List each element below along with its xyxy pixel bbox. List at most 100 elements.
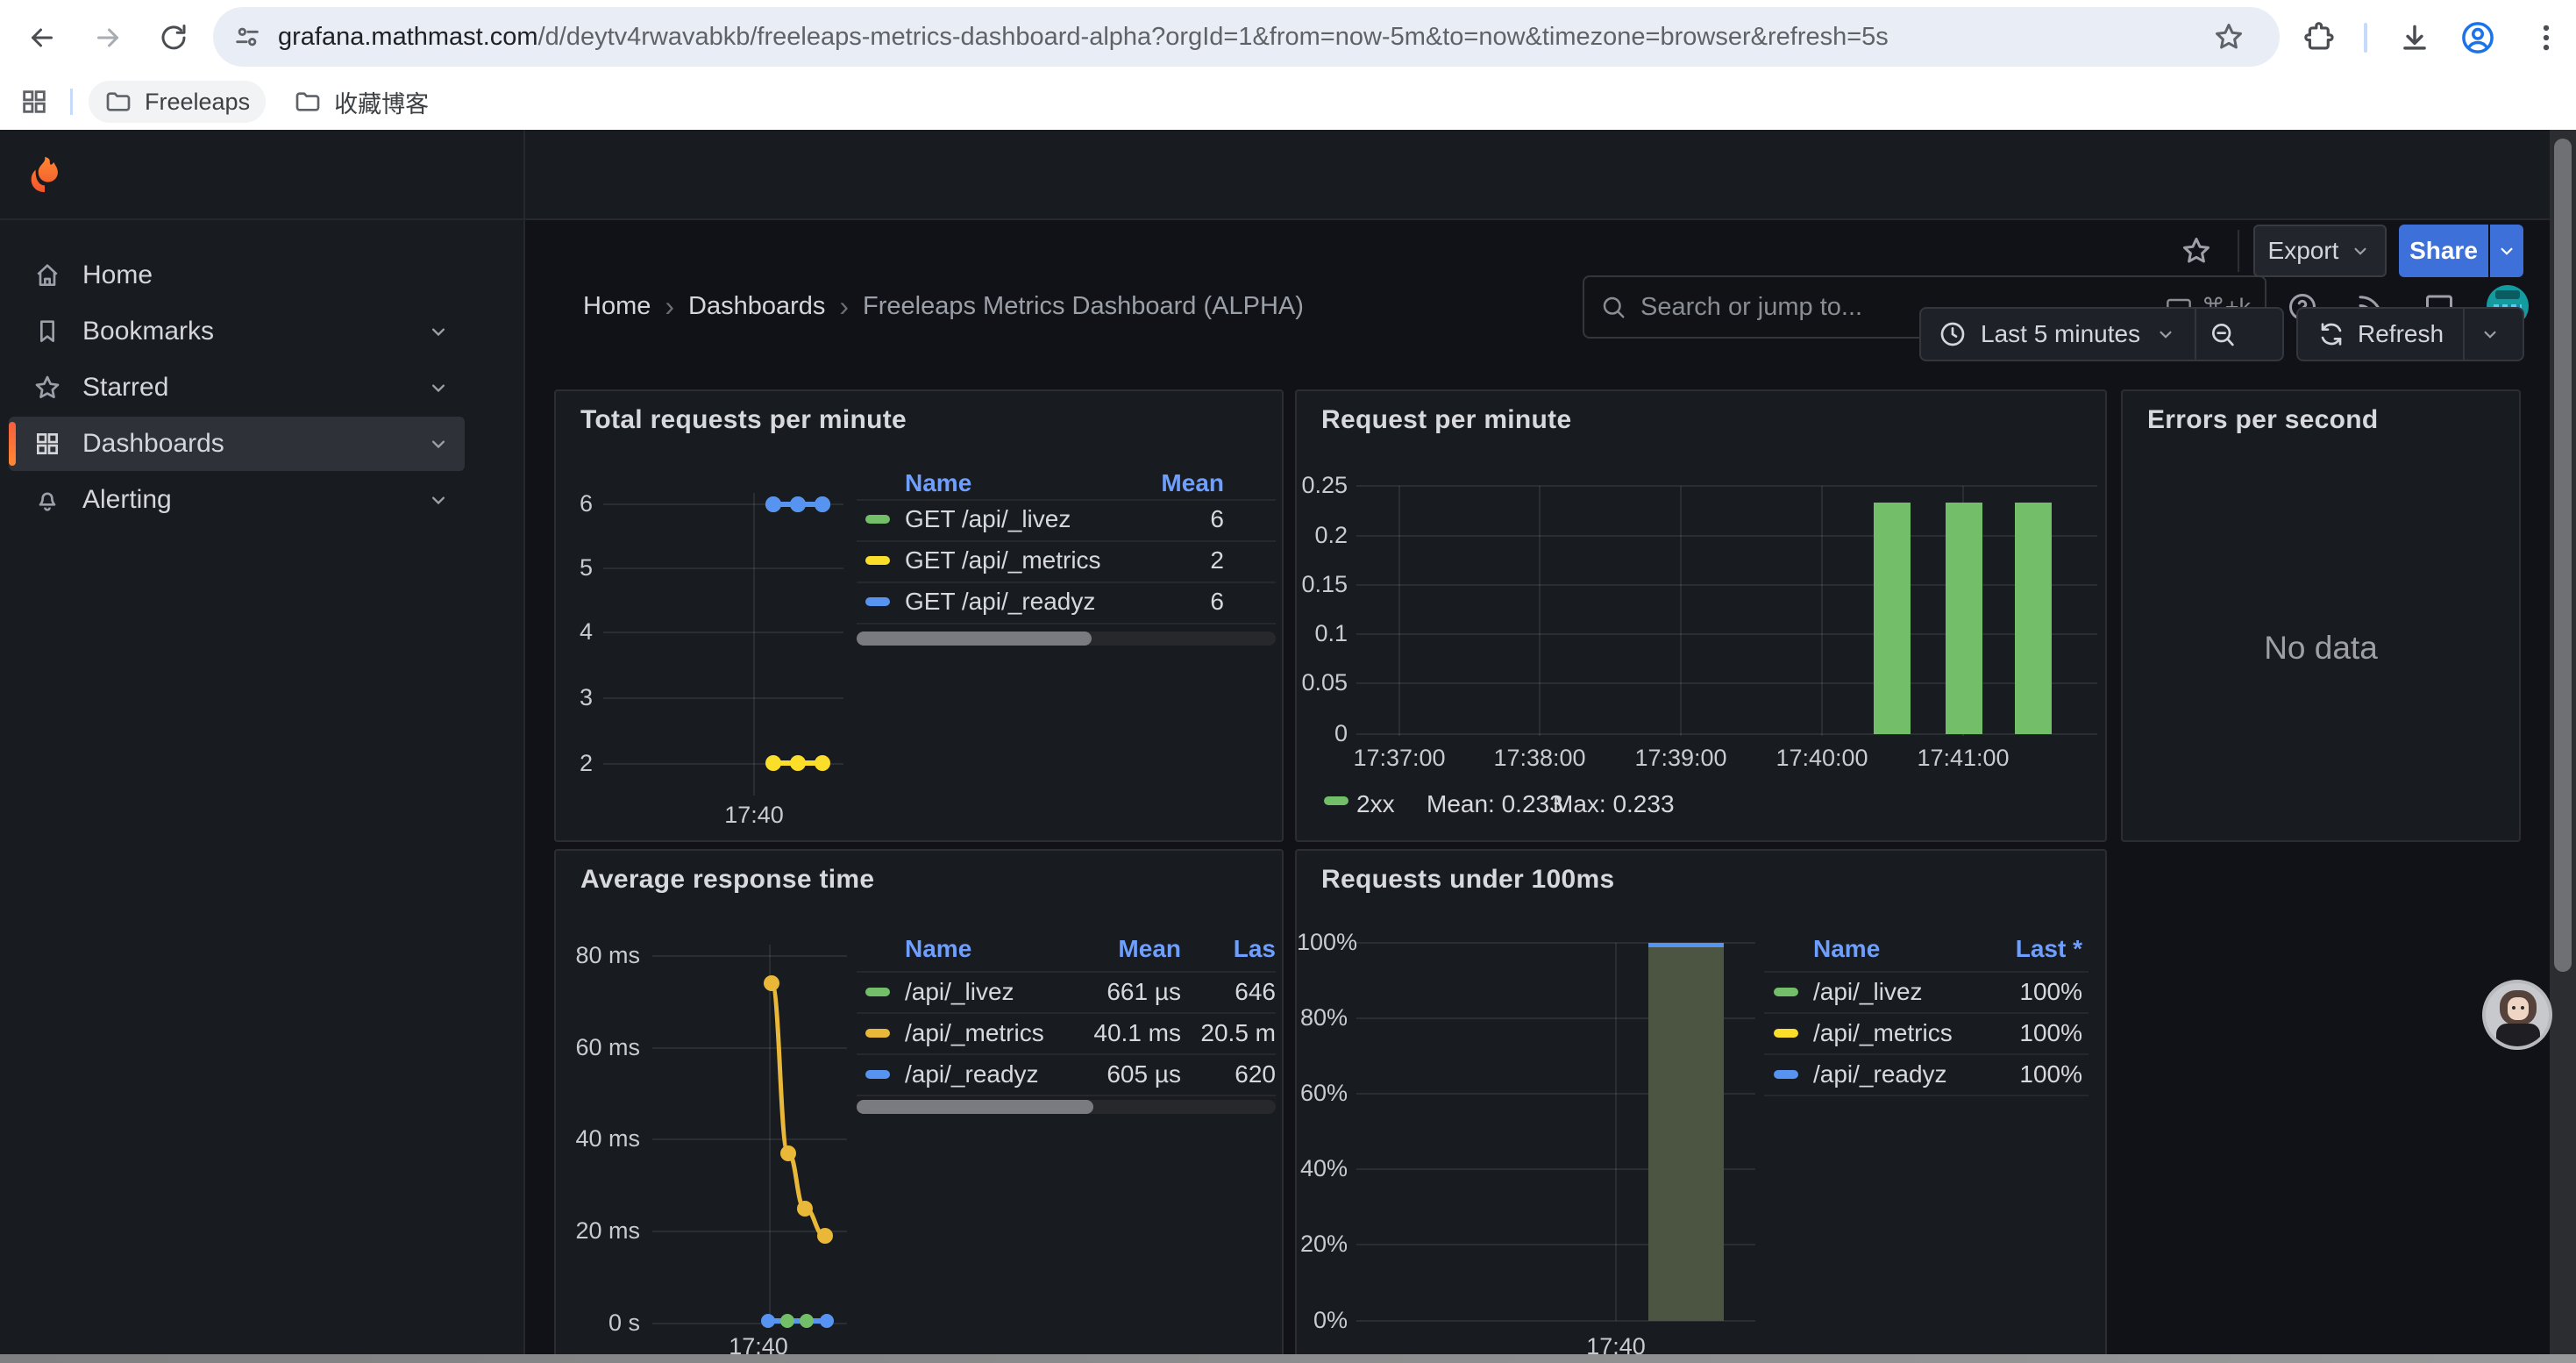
bar[interactable] bbox=[1874, 503, 1911, 734]
gridline bbox=[652, 1138, 847, 1140]
gridline bbox=[652, 955, 847, 957]
legend-header-last[interactable]: Last * bbox=[1764, 935, 2082, 963]
panel-title[interactable]: Requests under 100ms bbox=[1321, 865, 1614, 895]
data-point[interactable] bbox=[815, 755, 830, 771]
sidebar-item-bookmarks[interactable]: Bookmarks bbox=[9, 304, 465, 359]
legend-divider bbox=[857, 582, 1276, 583]
sidebar-item-home[interactable]: Home bbox=[9, 248, 465, 303]
back-icon[interactable] bbox=[26, 22, 58, 54]
data-point[interactable] bbox=[797, 1201, 813, 1217]
panel-title[interactable]: Request per minute bbox=[1321, 405, 1571, 435]
sidebar-item-starred[interactable]: Starred bbox=[9, 360, 465, 415]
sidebar-item-dashboards[interactable]: Dashboards bbox=[9, 417, 465, 471]
legend-divider bbox=[857, 499, 1276, 501]
reload-icon[interactable] bbox=[158, 22, 189, 54]
profile-icon[interactable] bbox=[2459, 19, 2496, 56]
star-icon bbox=[33, 374, 61, 402]
panel-title[interactable]: Errors per second bbox=[2147, 405, 2379, 435]
apps-grid-icon[interactable] bbox=[19, 87, 49, 117]
chevron-down-icon[interactable] bbox=[426, 375, 451, 400]
legend-scrollbar-thumb[interactable] bbox=[857, 1100, 1093, 1114]
legend-divider bbox=[1764, 1012, 2089, 1014]
bar[interactable] bbox=[2015, 503, 2052, 734]
legend-series-name[interactable]: 2xx bbox=[1356, 790, 1395, 818]
legend-scrollbar-thumb[interactable] bbox=[857, 632, 1092, 646]
bookmark-icon bbox=[33, 318, 61, 346]
zoom-out-icon bbox=[2209, 320, 2237, 348]
panel-total-requests-per-minute[interactable]: Total requests per minute 6543217:40Name… bbox=[554, 389, 1284, 842]
data-point[interactable] bbox=[780, 1145, 796, 1161]
gridline bbox=[603, 697, 843, 699]
legend-header-mean[interactable]: Mean bbox=[857, 469, 1224, 497]
bookmark-folder-freeleaps[interactable]: Freeleaps bbox=[89, 81, 266, 123]
favorite-star-icon[interactable] bbox=[2181, 235, 2212, 267]
y-axis-tick: 4 bbox=[556, 618, 593, 646]
x-axis-tick: 17:39:00 bbox=[1606, 745, 1755, 772]
assistant-avatar-button[interactable] bbox=[2482, 980, 2552, 1050]
bookmark-folder-blogs[interactable]: 收藏博客 bbox=[278, 81, 445, 123]
data-point[interactable] bbox=[765, 496, 781, 512]
legend-value: 20.5 m bbox=[857, 1019, 1276, 1047]
bell-icon bbox=[33, 486, 61, 514]
y-axis-tick: 0.25 bbox=[1297, 472, 1348, 499]
chevron-down-icon[interactable] bbox=[426, 319, 451, 344]
browser-menu-icon[interactable] bbox=[2530, 21, 2563, 54]
panel-title[interactable]: Total requests per minute bbox=[580, 405, 907, 435]
bar[interactable] bbox=[1648, 943, 1724, 1321]
breadcrumb-dashboards[interactable]: Dashboards bbox=[688, 292, 825, 321]
address-bar[interactable]: grafana.mathmast.com/d/deytv4rwavabkb/fr… bbox=[213, 7, 2280, 67]
y-axis-tick: 0 bbox=[1297, 720, 1348, 747]
panel-average-response-time[interactable]: Average response time 80 ms60 ms40 ms20 … bbox=[554, 849, 1284, 1363]
data-point[interactable] bbox=[764, 975, 779, 991]
download-icon[interactable] bbox=[2398, 21, 2431, 54]
chevron-down-icon[interactable] bbox=[426, 432, 451, 456]
site-settings-icon[interactable] bbox=[232, 22, 262, 52]
data-point[interactable] bbox=[765, 755, 781, 771]
panel-requests-under-100ms[interactable]: Requests under 100ms 100%80%60%40%20%0%1… bbox=[1295, 849, 2107, 1363]
data-point[interactable] bbox=[780, 1314, 794, 1328]
search-icon bbox=[1600, 294, 1626, 320]
time-range-picker[interactable]: Last 5 minutes bbox=[1921, 320, 2195, 348]
grafana-logo[interactable] bbox=[25, 154, 65, 195]
active-indicator bbox=[9, 422, 16, 466]
gridline bbox=[603, 567, 843, 569]
breadcrumb-home[interactable]: Home bbox=[583, 292, 651, 321]
gridline bbox=[753, 493, 755, 796]
window-bottom-edge bbox=[0, 1354, 2576, 1363]
panel-errors-per-second[interactable]: Errors per second No data bbox=[2121, 389, 2521, 842]
panel-request-per-minute[interactable]: Request per minute 0.250.20.150.10.05017… bbox=[1295, 389, 2107, 842]
panel-title[interactable]: Average response time bbox=[580, 865, 874, 895]
extensions-icon[interactable] bbox=[2302, 21, 2336, 54]
export-button[interactable]: Export bbox=[2253, 225, 2387, 277]
refresh-interval-button[interactable] bbox=[2465, 323, 2516, 346]
share-button[interactable]: Share bbox=[2399, 225, 2488, 277]
forward-icon[interactable] bbox=[92, 22, 124, 54]
data-point[interactable] bbox=[790, 496, 806, 512]
legend-divider bbox=[857, 971, 1276, 973]
gridline bbox=[1356, 682, 2097, 684]
chevron-down-icon[interactable] bbox=[426, 488, 451, 512]
chevron-down-icon bbox=[2479, 323, 2501, 346]
sidebar-item-alerting[interactable]: Alerting bbox=[9, 473, 465, 527]
zoom-out-button[interactable] bbox=[2196, 320, 2249, 348]
y-axis-tick: 3 bbox=[556, 684, 593, 711]
legend-header-last[interactable]: Las bbox=[857, 935, 1276, 963]
refresh-button[interactable]: Refresh bbox=[2298, 320, 2463, 348]
data-point[interactable] bbox=[800, 1314, 814, 1328]
legend-swatch[interactable] bbox=[1324, 796, 1348, 805]
breadcrumb-separator-icon: › bbox=[651, 290, 688, 323]
data-point[interactable] bbox=[815, 496, 830, 512]
data-point[interactable] bbox=[790, 755, 806, 771]
share-menu-button[interactable] bbox=[2490, 225, 2523, 277]
page-scrollbar-thumb[interactable] bbox=[2554, 139, 2572, 972]
y-axis-tick: 40 ms bbox=[556, 1125, 640, 1152]
data-point[interactable] bbox=[820, 1314, 834, 1328]
bookmark-star-icon[interactable] bbox=[2213, 21, 2245, 53]
y-axis-tick: 5 bbox=[556, 554, 593, 582]
x-axis-tick: 17:41:00 bbox=[1889, 745, 2038, 772]
legend-divider bbox=[857, 540, 1276, 542]
bar[interactable] bbox=[1946, 503, 1982, 734]
data-point[interactable] bbox=[817, 1228, 833, 1244]
data-point[interactable] bbox=[761, 1314, 775, 1328]
y-axis-tick: 0.2 bbox=[1297, 522, 1348, 549]
